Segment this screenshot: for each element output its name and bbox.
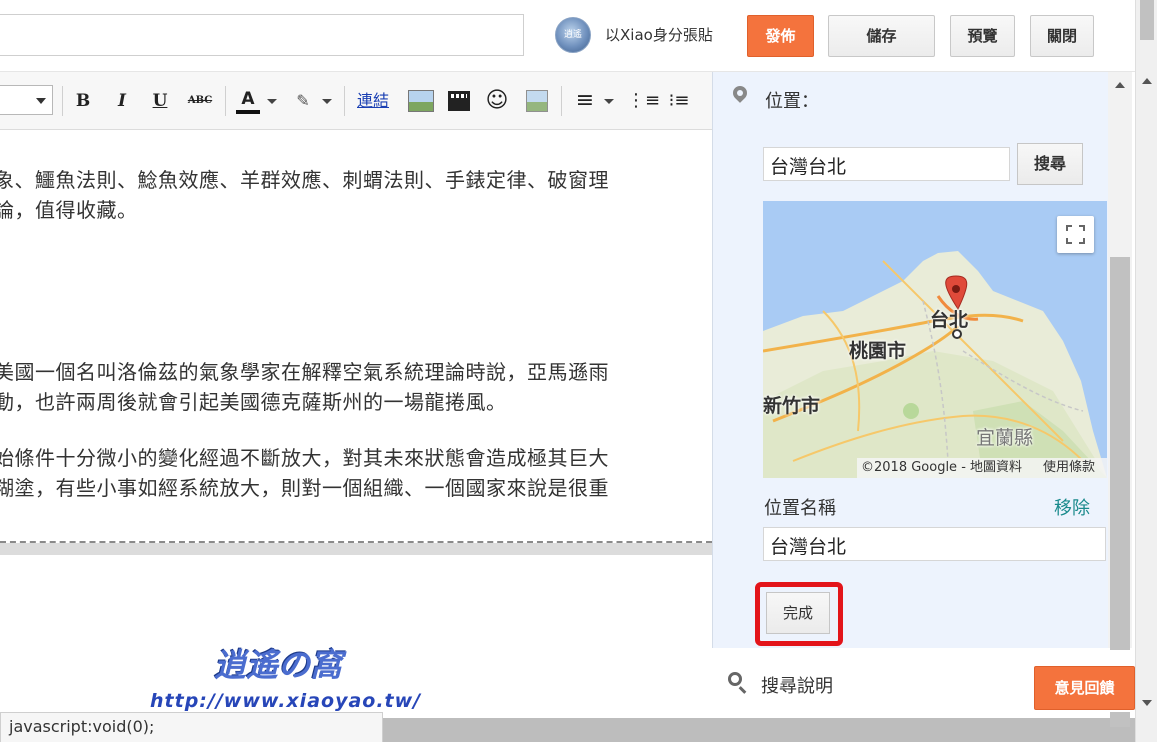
editor-line: 始條件十分微小的變化經過不斷放大，對其未來狀態會造成極其巨大 [0,446,609,470]
watermark-url: http://www.xiaoyao.tw/ [150,690,422,712]
scroll-up-icon[interactable] [1142,78,1152,84]
underline-button[interactable]: U [149,88,171,114]
top-bar: 逍遙 以Xiao身分張貼 發佈 儲存 預覽 關閉 [0,0,1135,72]
help-search-link[interactable]: 搜尋說明 [761,672,833,698]
toolbar-divider [225,86,226,116]
search-icon[interactable] [728,672,742,686]
editor-footer-band [0,543,712,555]
save-button[interactable]: 儲存 [828,15,935,57]
highlight-color-icon[interactable]: ✎ [291,88,315,114]
insert-video-icon[interactable] [448,91,470,111]
insert-emoji-icon[interactable]: ☺ [484,88,510,114]
fullscreen-icon[interactable] [1057,216,1094,253]
font-size-select[interactable] [0,85,53,115]
editor-line: 論，值得收藏。 [0,198,138,222]
map-attribution-text: ©2018 Google - 地圖資料 [861,460,1023,475]
editor-lower-area [0,555,712,705]
editor-line: 糊塗，有些小事如經系統放大，則對一個組織、一個國家來說是很重 [0,476,609,500]
scroll-up-icon[interactable] [1115,82,1125,88]
location-search-input[interactable]: 台灣台北 [763,147,1010,181]
watermark-logo: 逍遙の窩 [214,646,343,684]
insert-jump-break-icon[interactable] [526,90,548,112]
map-graphic [763,251,1107,478]
editor-line: 動，也許兩周後就會引起美國德克薩斯州的一場龍捲風。 [0,390,507,414]
remove-location-link[interactable]: 移除 [1054,494,1090,520]
map-label-yilan: 宜蘭縣 [976,427,1034,449]
editor-toolbar: B I U ABC A ✎ 連結 ☺ ≡ ⋮≡ ⁝≡ [0,72,712,130]
font-color-button[interactable]: A [236,88,260,114]
italic-button[interactable]: I [111,88,133,114]
map-attribution: ©2018 Google - 地圖資料 使用條款 [857,458,1107,478]
location-name-input[interactable]: 台灣台北 [763,527,1106,561]
editor-body[interactable]: 象、鱷魚法則、鯰魚效應、羊群效應、刺蝟法則、手錶定律、破窗理 論，值得收藏。 美… [0,131,712,541]
chevron-down-icon [36,98,46,104]
numbered-list-icon[interactable]: ⋮≡ [627,88,660,114]
chevron-down-icon[interactable] [322,99,332,104]
location-search-button[interactable]: 搜尋 [1017,143,1083,185]
location-name-label: 位置名稱 [764,498,836,519]
insert-link-button[interactable]: 連結 [357,88,389,114]
insert-image-icon[interactable] [408,90,434,112]
strikethrough-button[interactable]: ABC [186,88,214,114]
status-bar: javascript:void(0); [0,712,383,742]
location-map[interactable]: 台北 桃園市 新竹市 宜蘭縣 [763,201,1107,478]
panel-scrollbar[interactable] [1108,72,1132,727]
horizontal-scrollbar[interactable] [383,718,1135,742]
avatar[interactable]: 逍遙 [555,17,591,53]
post-title-input[interactable] [0,14,524,56]
scroll-down-icon[interactable] [1142,700,1152,706]
alignment-icon[interactable]: ≡ [572,88,598,114]
bulleted-list-icon[interactable]: ⁝≡ [665,88,693,114]
window-scrollbar-thumb[interactable] [1140,0,1154,40]
editor-line: 美國一個名叫洛倫茲的氣象學家在解釋空氣系統理論時說，亞馬遜雨 [0,360,609,384]
map-label-taipei: 台北 [930,309,969,331]
map-label-hsinchu: 新竹市 [763,395,821,417]
chevron-down-icon[interactable] [267,99,277,104]
close-button[interactable]: 關閉 [1030,15,1094,57]
location-label: 位置： [765,91,819,112]
preview-button[interactable]: 預覽 [950,15,1015,57]
avatar-text: 逍遙 [563,30,582,40]
map-terms-link[interactable]: 使用條款 [1043,458,1095,478]
map-label-taoyuan: 桃園市 [849,340,907,362]
status-text: javascript:void(0); [9,717,155,736]
window-scrollbar[interactable] [1135,0,1157,742]
chevron-down-icon[interactable] [604,99,614,104]
toolbar-divider [561,86,562,116]
posting-as-label: 以Xiao身分張貼 [605,26,713,44]
feedback-button[interactable]: 意見回饋 [1034,666,1135,710]
editor-line: 象、鱷魚法則、鯰魚效應、羊群效應、刺蝟法則、手錶定律、破窗理 [0,168,609,192]
toolbar-divider [344,86,345,116]
done-button[interactable]: 完成 [766,592,830,634]
bold-button[interactable]: B [72,88,94,114]
publish-button[interactable]: 發佈 [747,15,814,57]
toolbar-divider [62,86,63,116]
